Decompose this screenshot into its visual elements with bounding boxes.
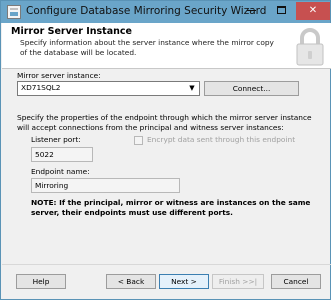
ports-note: NOTE: If the principal, mirror or witnes… bbox=[31, 198, 311, 217]
finish-button[interactable]: Finish >>| bbox=[212, 274, 264, 289]
endpoint-name-input[interactable]: Mirroring bbox=[31, 178, 180, 193]
chevron-down-icon[interactable]: ▼ bbox=[187, 83, 197, 94]
mirror-server-instance-value: XD71SQL2 bbox=[21, 83, 61, 92]
title-bar[interactable]: Configure Database Mirroring Security Wi… bbox=[1, 1, 330, 23]
minimize-icon bbox=[246, 9, 256, 11]
close-button[interactable]: ✕ bbox=[296, 2, 330, 20]
encrypt-label: Encrypt data sent through this endpoint bbox=[147, 135, 296, 144]
cancel-button-label: Cancel bbox=[283, 277, 309, 286]
close-icon: ✕ bbox=[308, 5, 318, 16]
next-button[interactable]: Next > bbox=[159, 274, 209, 289]
wizard-header: Mirror Server Instance Specify informati… bbox=[2, 23, 331, 69]
help-button-label: Help bbox=[32, 277, 50, 286]
back-button-label: < Back bbox=[117, 277, 145, 286]
back-button[interactable]: < Back bbox=[106, 274, 156, 289]
wizard-window: Configure Database Mirroring Security Wi… bbox=[0, 0, 331, 300]
maximize-button[interactable] bbox=[266, 2, 296, 20]
window-title: Configure Database Mirroring Security Wi… bbox=[26, 5, 267, 17]
lock-icon bbox=[296, 28, 324, 66]
page-title: Mirror Server Instance bbox=[11, 26, 132, 37]
footer-divider bbox=[2, 264, 331, 265]
connect-button[interactable]: Connect... bbox=[204, 81, 299, 96]
endpoint-name-label: Endpoint name: bbox=[31, 167, 90, 176]
cancel-button[interactable]: Cancel bbox=[271, 274, 321, 289]
maximize-icon bbox=[276, 6, 286, 14]
next-button-label: Next > bbox=[171, 277, 197, 286]
mirror-server-instance-label: Mirror server instance: bbox=[17, 71, 101, 80]
app-icon bbox=[7, 5, 21, 19]
listener-port-input[interactable]: 5022 bbox=[31, 147, 93, 162]
mirror-server-instance-combobox[interactable]: XD71SQL2 ▼ bbox=[17, 81, 200, 96]
endpoint-description: Specify the properties of the endpoint t… bbox=[17, 113, 312, 132]
connect-button-label: Connect... bbox=[232, 84, 271, 93]
mirror-server-instance-label-text: Mirror server instance: bbox=[17, 71, 101, 80]
minimize-button[interactable] bbox=[236, 2, 266, 20]
finish-button-label: Finish >>| bbox=[218, 277, 258, 286]
help-button[interactable]: Help bbox=[16, 274, 66, 289]
page-description: Specify information about the server ins… bbox=[20, 38, 274, 57]
listener-port-label: Listener port: bbox=[31, 135, 81, 144]
encrypt-checkbox[interactable] bbox=[134, 136, 143, 145]
